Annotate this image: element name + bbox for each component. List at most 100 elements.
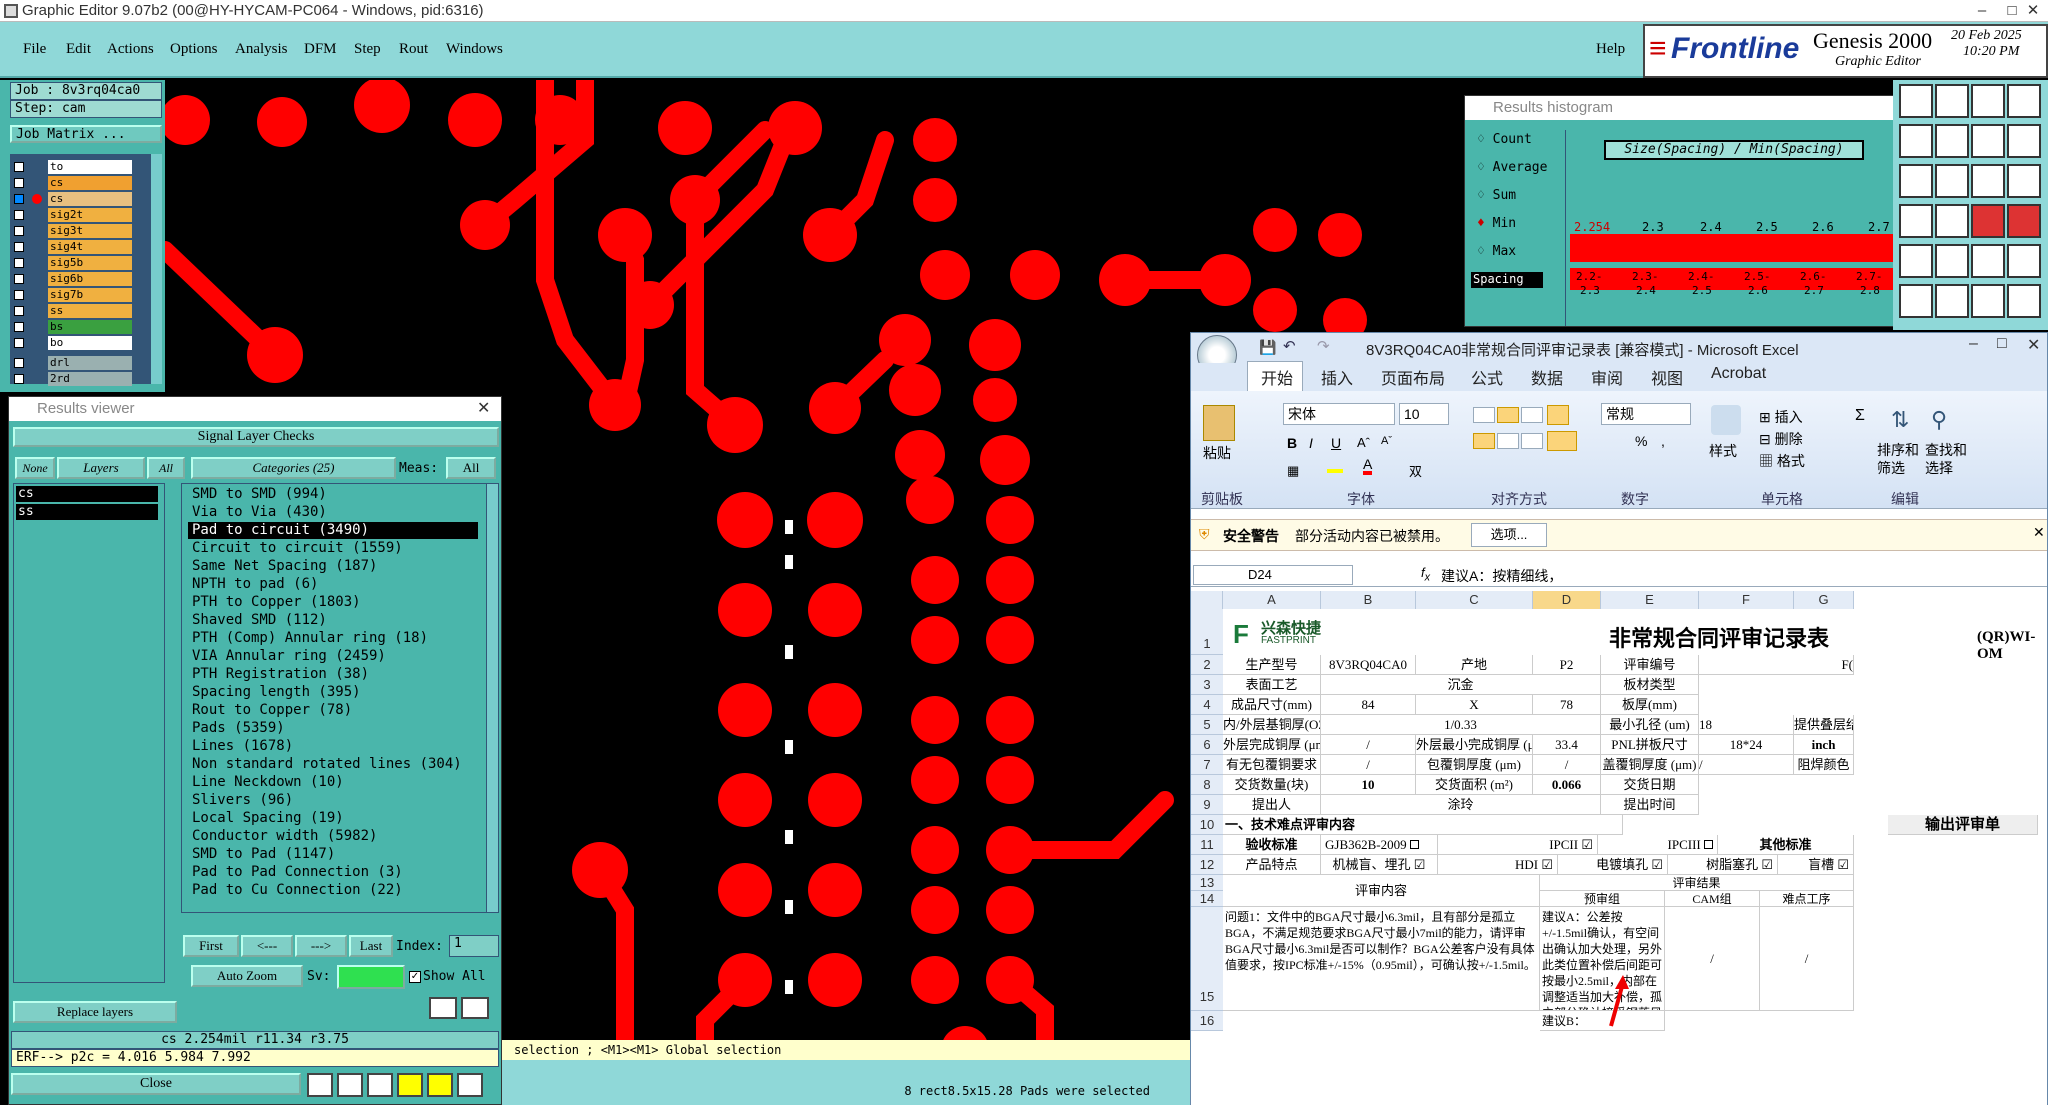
align-top-icon[interactable] <box>1473 407 1495 423</box>
menu-rout[interactable]: Rout <box>399 41 428 58</box>
category-item[interactable]: PTH Registration (38) <box>188 666 478 683</box>
cell[interactable]: 0.066 <box>1533 775 1601 795</box>
category-item[interactable]: PTH (Comp) Annular ring (18) <box>188 630 478 647</box>
col-header[interactable]: F <box>1699 591 1794 609</box>
fx-icon[interactable]: fx <box>1421 565 1430 584</box>
cell[interactable]: 10 <box>1321 775 1416 795</box>
layer-row[interactable]: sig6b <box>14 272 132 286</box>
tool-icon[interactable] <box>1899 284 1933 318</box>
row-header[interactable]: 6 <box>1191 735 1223 755</box>
tool-icon[interactable] <box>2007 244 2041 278</box>
index-input[interactable]: 1 <box>449 935 499 957</box>
cell[interactable]: 板厚(mm) <box>1601 695 1699 715</box>
cell[interactable]: 涂玲 <box>1321 795 1601 815</box>
tab-acrobat[interactable]: Acrobat <box>1711 365 1766 383</box>
format-cells[interactable]: ▦ 格式 <box>1759 451 1805 471</box>
all-button[interactable]: All <box>147 457 185 479</box>
fill-color-icon[interactable] <box>1327 461 1343 473</box>
font-name-select[interactable]: 宋体 <box>1283 403 1395 425</box>
sort-filter-label[interactable]: 排序和 筛选 <box>1877 441 1919 477</box>
option-sum[interactable]: ♢ Sum <box>1477 188 1516 203</box>
row-header[interactable]: 15 <box>1191 907 1223 1011</box>
tool-icon[interactable] <box>1971 284 2005 318</box>
border-icon[interactable]: ▦ <box>1287 463 1299 479</box>
minimize-button[interactable]: – <box>1969 335 1978 353</box>
align-bottom-icon[interactable] <box>1521 407 1543 423</box>
category-item[interactable]: PTH to Copper (1803) <box>188 594 478 611</box>
tool-icon[interactable] <box>1899 164 1933 198</box>
category-item[interactable]: Non standard rotated lines (304) <box>188 756 478 773</box>
maximize-button[interactable]: □ <box>1997 335 2007 353</box>
tool-icon[interactable] <box>2007 124 2041 158</box>
col-header[interactable]: B <box>1321 591 1416 609</box>
tool-icon[interactable] <box>427 1073 453 1097</box>
prev-button[interactable]: <--- <box>241 935 293 957</box>
row-header[interactable]: 1 <box>1191 609 1223 655</box>
layer-row[interactable]: sig7b <box>14 288 132 302</box>
tab-formulas[interactable]: 公式 <box>1471 365 1503 389</box>
layer-row[interactable]: to <box>14 160 132 174</box>
row-header[interactable]: 3 <box>1191 675 1223 695</box>
paste-label[interactable]: 粘贴 <box>1203 443 1231 463</box>
redo-icon[interactable]: ↷ <box>1317 337 1330 355</box>
layer-row[interactable]: sig3t <box>14 224 132 238</box>
tool-icon[interactable] <box>397 1073 423 1097</box>
tool-icon[interactable] <box>2007 84 2041 118</box>
category-item[interactable]: Line Neckdown (10) <box>188 774 478 791</box>
auto-zoom-dropdown[interactable]: Auto Zoom <box>191 965 303 987</box>
option-count[interactable]: ♢ Count <box>1477 132 1532 147</box>
category-item[interactable]: Same Net Spacing (187) <box>188 558 478 575</box>
cell[interactable]: / <box>1321 735 1416 755</box>
histogram-icon[interactable] <box>457 1073 483 1097</box>
category-scrollbar[interactable] <box>486 484 498 912</box>
row-header[interactable]: 2 <box>1191 655 1223 675</box>
layer-list-item[interactable]: cs <box>16 486 158 502</box>
row-header[interactable]: 7 <box>1191 755 1223 775</box>
category-item[interactable]: Pads (5359) <box>188 720 478 737</box>
cell[interactable]: 78 <box>1533 695 1601 715</box>
save-icon[interactable]: 💾 <box>1259 339 1276 356</box>
layer-row[interactable]: ss <box>14 304 132 318</box>
close-window-button[interactable]: ✕ <box>2018 0 2048 22</box>
delete-cells[interactable]: ⊟ 删除 <box>1759 429 1803 449</box>
cell[interactable]: 最小孔径 (um) <box>1601 715 1699 735</box>
cell[interactable]: 沉金 <box>1321 675 1601 695</box>
cell[interactable]: CAM组 <box>1665 891 1760 907</box>
layer-row[interactable]: sig4t <box>14 240 132 254</box>
categories-button[interactable]: Categories (25) <box>191 457 396 479</box>
row-header[interactable]: 14 <box>1191 891 1223 907</box>
category-item[interactable]: VIA Annular ring (2459) <box>188 648 478 665</box>
cell[interactable]: 盲槽 ☑ <box>1778 855 1854 875</box>
underline-icon[interactable]: U <box>1331 435 1341 451</box>
cell[interactable]: 交货面积 (m²) <box>1416 775 1533 795</box>
home-icon[interactable] <box>1935 84 1969 118</box>
align-left-icon[interactable] <box>1473 433 1495 449</box>
grow-font-icon[interactable]: Aˆ <box>1357 435 1370 450</box>
cell[interactable]: IPCII ☑ <box>1438 835 1598 855</box>
cell[interactable]: 评审内容 <box>1223 875 1540 907</box>
last-button[interactable]: Last <box>349 935 393 957</box>
tab-page-layout[interactable]: 页面布局 <box>1381 365 1445 389</box>
cell[interactable]: 包覆铜厚度 (μm) <box>1416 755 1533 775</box>
cell[interactable]: 1/0.33 <box>1321 715 1601 735</box>
formula-input[interactable]: 建议A：按精细线， <box>1441 566 1562 586</box>
cell[interactable]: / <box>1533 755 1601 775</box>
cell[interactable]: 难点工序 <box>1760 891 1854 907</box>
cell[interactable]: 产品特点 <box>1223 855 1321 875</box>
cell[interactable]: 8V3RQ04CA0 <box>1321 655 1416 675</box>
tool-icon[interactable] <box>1935 204 1969 238</box>
layer-row[interactable]: drl <box>14 356 132 370</box>
percent-icon[interactable]: % <box>1635 433 1647 449</box>
row-header[interactable]: 12 <box>1191 855 1223 875</box>
tool-icon[interactable] <box>1971 244 2005 278</box>
layer-row[interactable]: cs <box>14 176 132 190</box>
options-button[interactable]: 选项... <box>1471 523 1547 547</box>
close-icon[interactable]: ✕ <box>477 397 490 421</box>
tab-home[interactable]: 开始 <box>1261 365 1293 389</box>
cell[interactable]: 提出时间 <box>1601 795 1699 815</box>
menu-windows[interactable]: Windows <box>446 41 503 58</box>
job-matrix-button[interactable]: Job Matrix ... <box>10 125 162 143</box>
none-button[interactable]: None <box>15 457 55 479</box>
tab-view[interactable]: 视图 <box>1651 365 1683 389</box>
layer-row[interactable]: sig2t <box>14 208 132 222</box>
